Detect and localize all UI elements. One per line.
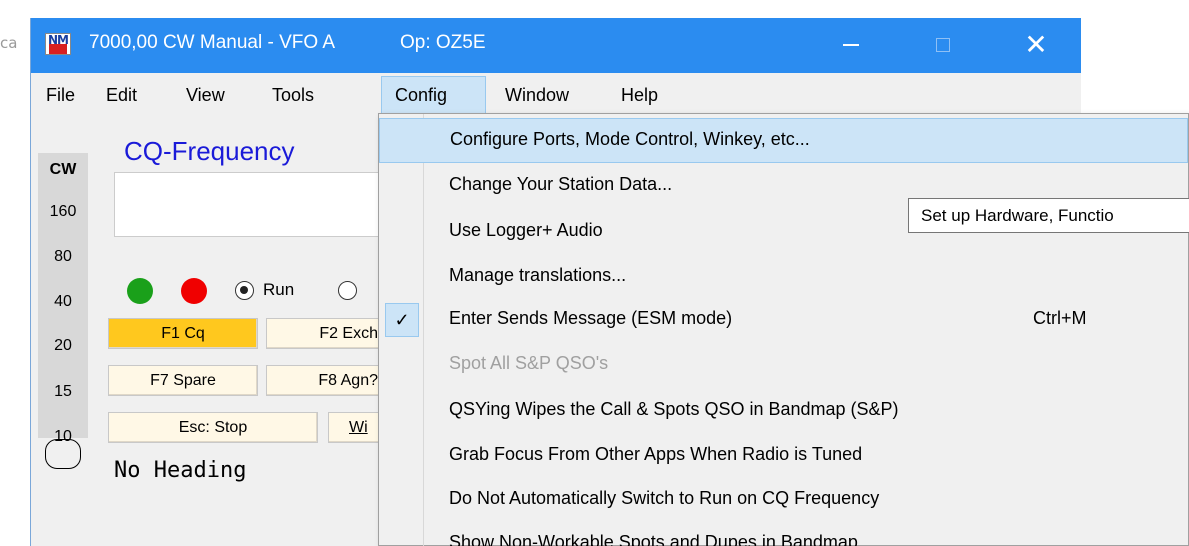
menu-item-shortcut: Ctrl+M	[1033, 308, 1087, 328]
run-radio-button[interactable]	[235, 281, 254, 300]
cq-frequency-label: CQ-Frequency	[124, 136, 295, 166]
menu-config-label: Config	[395, 85, 448, 105]
menu-item-show-non-workable[interactable]: Show Non-Workable Spots and Dupes in Ban…	[379, 522, 1188, 546]
run-radio-label: Run	[263, 280, 295, 299]
menu-tools[interactable]: Tools	[272, 85, 314, 106]
menu-item-label: Enter Sends Message (ESM mode)	[449, 308, 733, 328]
band-button-160[interactable]: 160	[38, 203, 88, 221]
sp-radio-button[interactable]	[338, 281, 357, 300]
f8-agn-button[interactable]: F8 Agn?	[266, 365, 381, 396]
red-status-indicator	[181, 278, 207, 304]
f1-cq-button[interactable]: F1 Cq	[108, 318, 258, 349]
green-status-indicator	[127, 278, 153, 304]
menu-item-label: QSYing Wipes the Call & Spots QSO in Ban…	[449, 399, 899, 419]
menu-window[interactable]: Window	[505, 85, 569, 106]
wipe-button-label: Wi	[349, 419, 368, 436]
menu-file[interactable]: File	[46, 85, 75, 106]
minimize-icon	[843, 44, 859, 46]
menu-config[interactable]: Config	[381, 76, 486, 113]
background-window-edge	[0, 0, 1189, 12]
mode-label: CW	[49, 161, 77, 178]
config-dropdown-menu: Configure Ports, Mode Control, Winkey, e…	[378, 113, 1189, 546]
menu-item-label: Do Not Automatically Switch to Run on CQ…	[449, 488, 880, 508]
checkmark-icon: ✓	[385, 303, 419, 337]
menu-item-label: Change Your Station Data...	[449, 174, 673, 194]
menu-item-label: Spot All S&P QSO's	[449, 353, 609, 373]
heading-text: No Heading	[114, 458, 247, 483]
background-text-fragment: ca	[0, 34, 18, 52]
menu-item-no-auto-switch-run[interactable]: Do Not Automatically Switch to Run on CQ…	[379, 478, 1188, 523]
band-button-15[interactable]: 15	[38, 383, 88, 401]
f7-spare-button[interactable]: F7 Spare	[108, 365, 258, 396]
menu-item-configure-ports[interactable]: Configure Ports, Mode Control, Winkey, e…	[379, 118, 1188, 163]
menu-item-label: Configure Ports, Mode Control, Winkey, e…	[450, 129, 810, 149]
maximize-button[interactable]	[913, 18, 973, 73]
band-button-20[interactable]: 20	[38, 337, 88, 355]
menu-item-spot-all-sp: Spot All S&P QSO's	[379, 343, 1188, 388]
band-button-80[interactable]: 80	[38, 248, 88, 266]
menu-edit[interactable]: Edit	[106, 85, 137, 106]
operator-label: Op: OZ5E	[400, 32, 486, 53]
tooltip: Set up Hardware, Functio	[908, 198, 1189, 233]
menu-help[interactable]: Help	[621, 85, 658, 106]
title-bar[interactable]: NM 7000,00 CW Manual - VFO A Op: OZ5E ✕	[31, 18, 1081, 73]
menu-item-manage-translations[interactable]: Manage translations...	[379, 255, 1188, 300]
maximize-icon	[936, 38, 950, 52]
band-button-40[interactable]: 40	[38, 293, 88, 311]
menu-item-label: Use Logger+ Audio	[449, 220, 603, 240]
band-button-10[interactable]: 10	[38, 428, 88, 446]
close-button[interactable]: ✕	[1006, 18, 1066, 73]
menu-bar: File Edit View Tools Config Window Help	[31, 73, 1081, 113]
menu-item-qsying-wipes[interactable]: QSYing Wipes the Call & Spots QSO in Ban…	[379, 389, 1188, 434]
close-icon: ✕	[1024, 28, 1048, 61]
minimize-button[interactable]	[821, 18, 881, 73]
window-title: 7000,00 CW Manual - VFO A	[89, 32, 336, 53]
wipe-button[interactable]: Wi	[328, 412, 381, 443]
cq-frequency-field[interactable]	[114, 172, 379, 237]
f2-exch-button[interactable]: F2 Exch	[266, 318, 381, 349]
menu-view[interactable]: View	[186, 85, 225, 106]
menu-item-label: Grab Focus From Other Apps When Radio is…	[449, 444, 863, 464]
menu-item-label: Show Non-Workable Spots and Dupes in Ban…	[449, 532, 858, 546]
menu-item-grab-focus[interactable]: Grab Focus From Other Apps When Radio is…	[379, 434, 1188, 479]
menu-item-label: Manage translations...	[449, 265, 627, 285]
n1mm-logo-icon: NM	[45, 33, 71, 55]
band-selector: CW 160 80 40 20 15 10	[38, 153, 88, 469]
esc-stop-button[interactable]: Esc: Stop	[108, 412, 318, 443]
menu-item-esm-mode[interactable]: ✓ Enter Sends Message (ESM mode) Ctrl+M	[379, 298, 1188, 343]
